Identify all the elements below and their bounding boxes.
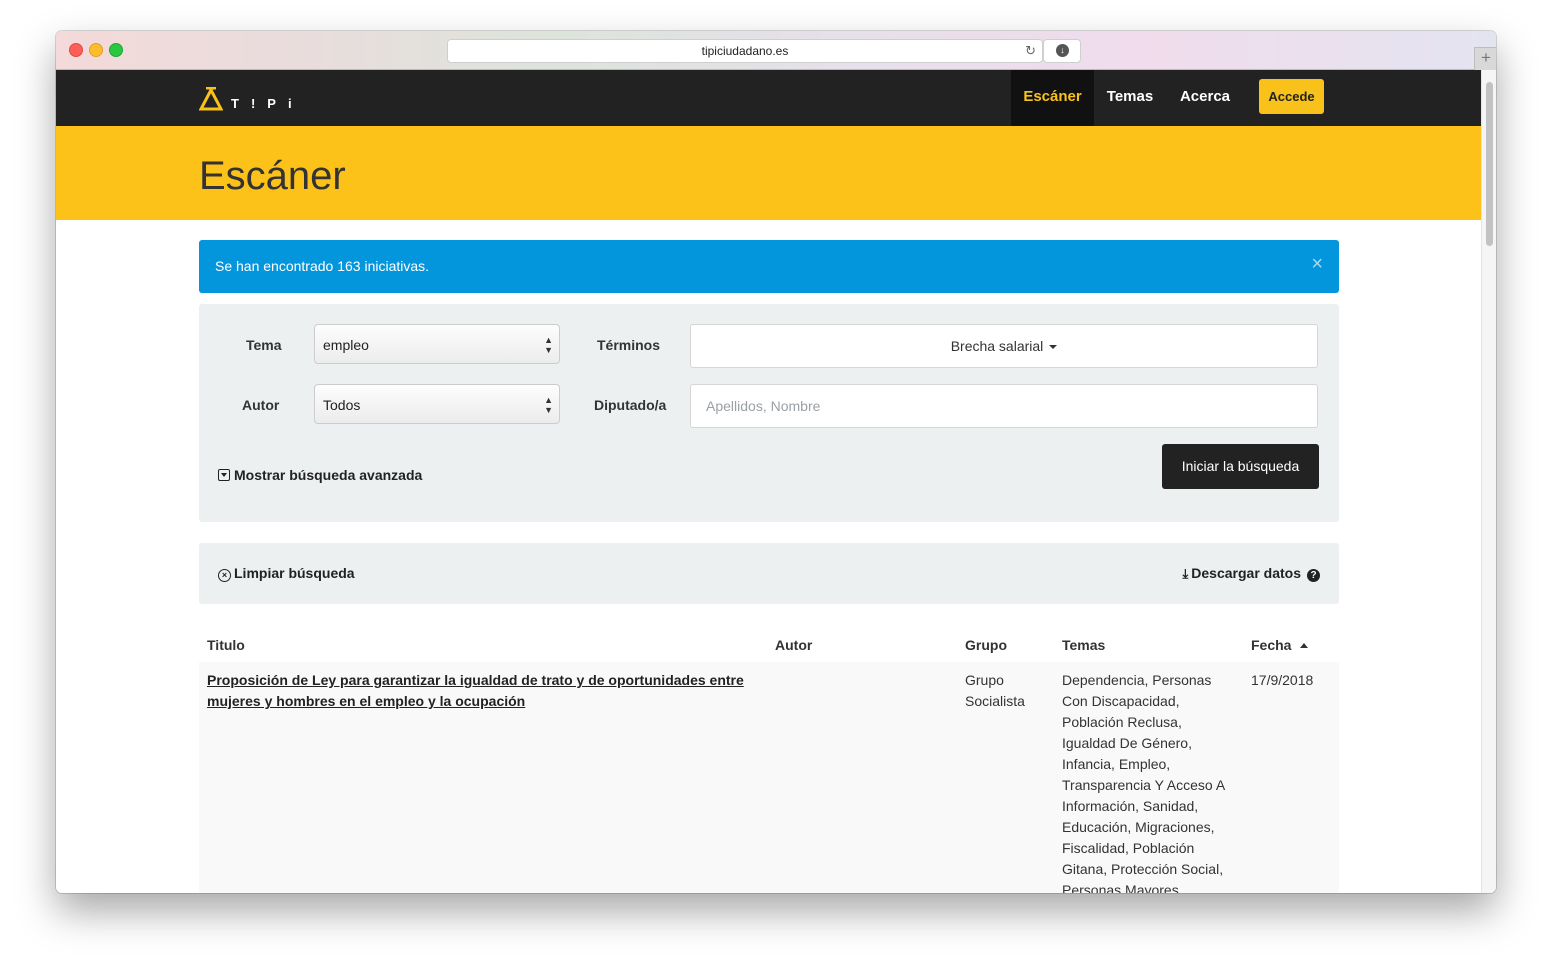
page-viewport: T!Pi Escáner Temas Acerca Accede Escáner… — [56, 70, 1481, 893]
tema-label: Tema — [246, 337, 282, 353]
downloads-button[interactable]: ↓ — [1043, 39, 1081, 63]
close-icon[interactable]: × — [1311, 254, 1323, 274]
tipi-logo-icon — [199, 87, 223, 111]
tema-select-value: empleo — [323, 337, 369, 353]
scrollbar-thumb[interactable] — [1486, 82, 1493, 246]
results-actions-bar: × Limpiar búsqueda ⤓ Descargar datos? — [199, 543, 1339, 604]
clear-search-link[interactable]: × Limpiar búsqueda — [218, 565, 355, 582]
row-grupo-cell: Grupo Socialista — [965, 672, 1025, 709]
browser-window: tipiciudadano.es ↻ ↓ + T!Pi Escáner Tema… — [56, 31, 1496, 893]
download-arrow-icon: ↓ — [1056, 44, 1069, 57]
page-header: Escáner — [56, 126, 1481, 220]
download-icon: ⤓ — [1182, 566, 1189, 581]
select-arrows-icon: ▲ ▼ — [544, 395, 553, 415]
terminos-dropdown[interactable]: Brecha salarial — [690, 324, 1318, 368]
logo-wordmark: T!Pi — [231, 96, 304, 111]
column-header-autor[interactable]: Autor — [775, 637, 812, 653]
login-button[interactable]: Accede — [1259, 79, 1324, 114]
autor-select-value: Todos — [323, 397, 361, 413]
results-count-message: Se han encontrado 163 iniciativas. — [215, 258, 430, 274]
reload-icon[interactable]: ↻ — [1025, 40, 1036, 62]
select-arrows-icon: ▲ ▼ — [544, 335, 553, 355]
diputado-input[interactable] — [690, 384, 1318, 428]
autor-select[interactable]: Todos ▲ ▼ — [314, 384, 560, 424]
site-navbar: T!Pi Escáner Temas Acerca Accede — [56, 70, 1481, 126]
diputado-label: Diputado/a — [594, 397, 667, 413]
nav-item-temas[interactable]: Temas — [1094, 70, 1166, 126]
sort-ascending-icon — [1300, 643, 1309, 648]
close-window-button[interactable] — [69, 43, 83, 57]
column-header-titulo[interactable]: Titulo — [207, 637, 245, 653]
column-header-temas[interactable]: Temas — [1062, 637, 1105, 653]
caret-down-icon — [1049, 345, 1058, 350]
row-fecha-cell: 17/9/2018 — [1251, 672, 1314, 688]
column-header-grupo[interactable]: Grupo — [965, 637, 1007, 653]
address-bar[interactable]: tipiciudadano.es ↻ — [447, 39, 1043, 63]
question-circle-icon[interactable]: ? — [1307, 569, 1320, 582]
new-tab-button[interactable]: + — [1474, 47, 1496, 70]
maximize-window-button[interactable] — [109, 43, 123, 57]
search-form: Tema empleo ▲ ▼ Términos Brecha salarial … — [199, 304, 1339, 522]
page-title: Escáner — [199, 154, 346, 198]
advanced-search-toggle[interactable]: Mostrar búsqueda avanzada — [218, 467, 422, 483]
row-temas-cell: Dependencia, Personas Con Discapacidad, … — [1062, 672, 1225, 893]
page-scrollbar[interactable] — [1481, 70, 1496, 893]
browser-titlebar: tipiciudadano.es ↻ ↓ + — [56, 31, 1496, 70]
download-data-link[interactable]: ⤓ Descargar datos? — [1183, 565, 1320, 582]
clear-search-label: Limpiar búsqueda — [234, 565, 355, 581]
row-title-cell: Proposición de Ley para garantizar la ig… — [207, 670, 752, 712]
column-header-fecha-label: Fecha — [1251, 637, 1292, 653]
advanced-search-label: Mostrar búsqueda avanzada — [234, 467, 423, 483]
download-data-label: Descargar datos — [1191, 565, 1301, 581]
terminos-dropdown-value: Brecha salarial — [950, 338, 1044, 354]
minimize-window-button[interactable] — [89, 43, 103, 57]
column-header-fecha[interactable]: Fecha — [1251, 637, 1309, 653]
circle-x-icon: × — [218, 569, 231, 582]
search-submit-button[interactable]: Iniciar la búsqueda — [1162, 444, 1319, 489]
autor-label: Autor — [242, 397, 280, 413]
tema-select[interactable]: empleo ▲ ▼ — [314, 324, 560, 364]
caret-square-down-icon — [218, 469, 230, 481]
table-row: Proposición de Ley para garantizar la ig… — [199, 662, 1339, 893]
initiative-title-link[interactable]: Proposición de Ley para garantizar la ig… — [207, 672, 744, 709]
nav-item-acerca[interactable]: Acerca — [1166, 70, 1244, 126]
terminos-label: Términos — [597, 337, 661, 353]
address-bar-url: tipiciudadano.es — [701, 44, 789, 58]
results-alert: Se han encontrado 163 iniciativas. × — [199, 240, 1339, 293]
nav-item-escaner[interactable]: Escáner — [1011, 70, 1094, 126]
